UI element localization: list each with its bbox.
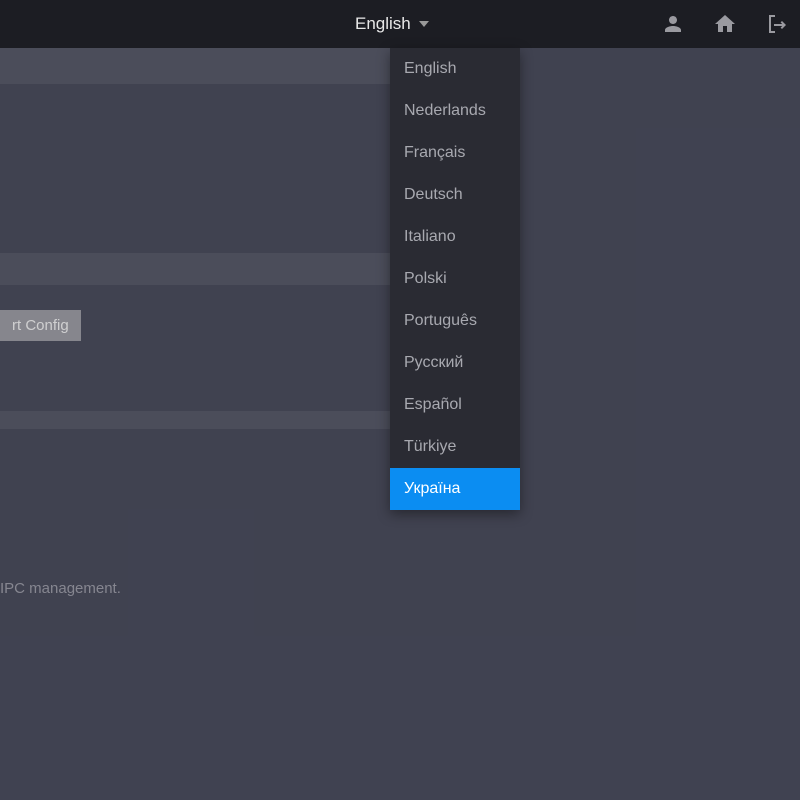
export-config-button[interactable]: rt Config bbox=[0, 310, 81, 341]
chevron-down-icon bbox=[419, 21, 429, 27]
topbar: English bbox=[0, 0, 800, 48]
language-option-nederlands[interactable]: Nederlands bbox=[390, 90, 520, 132]
language-dropdown: English Nederlands Français Deutsch Ital… bbox=[390, 48, 520, 510]
language-option-english[interactable]: English bbox=[390, 48, 520, 90]
language-option-turkiye[interactable]: Türkiye bbox=[390, 426, 520, 468]
user-icon[interactable] bbox=[660, 11, 686, 37]
home-icon[interactable] bbox=[712, 11, 738, 37]
language-option-ukraine[interactable]: Україна bbox=[390, 468, 520, 510]
language-option-deutsch[interactable]: Deutsch bbox=[390, 174, 520, 216]
language-option-francais[interactable]: Français bbox=[390, 132, 520, 174]
current-language-label: English bbox=[355, 14, 411, 34]
language-option-russian[interactable]: Русский bbox=[390, 342, 520, 384]
language-option-polski[interactable]: Polski bbox=[390, 258, 520, 300]
language-option-italiano[interactable]: Italiano bbox=[390, 216, 520, 258]
logout-icon[interactable] bbox=[764, 11, 790, 37]
language-option-espanol[interactable]: Español bbox=[390, 384, 520, 426]
footer-text: IPC management. bbox=[0, 580, 121, 597]
language-selector[interactable]: English bbox=[355, 14, 429, 34]
topbar-icons bbox=[660, 11, 790, 37]
language-option-portugues[interactable]: Português bbox=[390, 300, 520, 342]
